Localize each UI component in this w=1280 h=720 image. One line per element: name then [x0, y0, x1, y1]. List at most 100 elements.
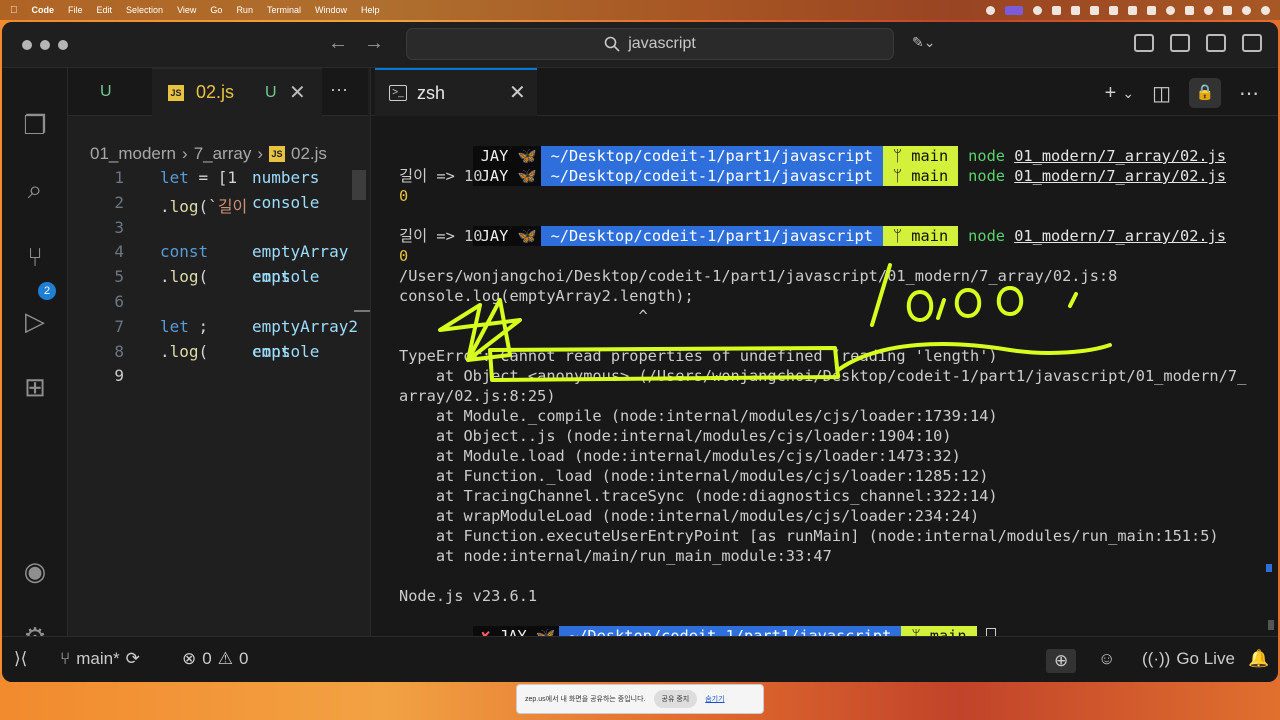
app-icon[interactable] [1071, 5, 1080, 15]
breadcrumb-file[interactable]: 02.js [291, 144, 327, 164]
terminal-tabs: >_ zsh ✕ + ⌄ ◫ 🔒 ⋯ [371, 68, 1278, 116]
code-token: (` [198, 196, 218, 216]
warning-count: 0 [238, 649, 249, 668]
account-icon[interactable]: ◉ [18, 554, 52, 588]
code-editor[interactable]: 1 let numbers = [1 2 console .log(`길이 3 4 const… [68, 168, 368, 391]
record-icon[interactable] [986, 5, 995, 15]
app-icon[interactable] [1090, 5, 1099, 15]
apple-menu-icon[interactable]:  [10, 5, 18, 16]
new-terminal-icon[interactable]: + [1105, 82, 1117, 105]
code-line[interactable]: 4 const emptyArray [68, 242, 368, 267]
line-number: 8 [114, 341, 124, 361]
terminal-output[interactable]: JAY 🦋 ~/Desktop/codeit-1/part1/javascript… [399, 126, 1278, 646]
search-icon[interactable] [1242, 5, 1251, 15]
close-icon[interactable]: ✕ [289, 80, 306, 105]
tab-prev-status[interactable]: U [100, 83, 112, 101]
code-token: numbers [252, 168, 320, 187]
code-token: log [169, 196, 199, 216]
toggle-sidebar-icon[interactable] [1170, 34, 1190, 52]
notifications-bell-icon[interactable]: 🔔 [1248, 649, 1269, 669]
more-actions-icon[interactable]: ⋯ [1239, 81, 1259, 106]
menu-terminal[interactable]: Terminal [267, 5, 301, 15]
explorer-icon[interactable]: ❐ [18, 108, 52, 142]
back-arrow-icon[interactable]: ← [328, 32, 348, 55]
terminal-scroll-marker [1266, 564, 1272, 572]
wifi-icon[interactable] [1204, 5, 1213, 15]
code-text: const emptyArray [160, 242, 348, 261]
split-terminal-icon[interactable]: ◫ [1152, 81, 1171, 106]
menu-go[interactable]: Go [210, 5, 222, 15]
command-center-search[interactable]: javascript [406, 28, 894, 60]
code-token: console [252, 192, 320, 212]
customize-layout-icon[interactable] [1134, 34, 1154, 52]
terminal-scrollbar[interactable] [1268, 620, 1274, 630]
go-live-button[interactable]: ((·)) Go Live [1142, 649, 1235, 669]
stack-line: at Module._compile (node:internal/module… [399, 407, 998, 425]
tab-02-js[interactable]: JS 02.js U ✕ [152, 68, 322, 116]
code-token: ( [198, 267, 209, 287]
app-menu[interactable]: Code [32, 5, 55, 15]
extensions-icon[interactable]: ⊞ [18, 370, 52, 404]
hide-link[interactable]: 숨기기 [705, 694, 724, 704]
window-controls[interactable] [22, 40, 68, 50]
breadcrumb-folder[interactable]: 01_modern [90, 144, 176, 164]
code-token: log [169, 341, 199, 361]
app-icon[interactable] [1128, 5, 1137, 15]
error-message: TypeError: Cannot read properties of und… [399, 347, 998, 365]
remote-icon[interactable]: ⟩⟨ [14, 649, 27, 669]
close-icon[interactable]: ✕ [509, 80, 526, 105]
input-source-icon[interactable] [1185, 5, 1194, 15]
copilot-chat-icon[interactable]: ✎⌄ [912, 34, 935, 51]
zoom-icon[interactable]: ⊕ [1046, 649, 1077, 673]
error-count: 0 [202, 649, 212, 668]
cloud-icon[interactable] [1166, 5, 1175, 15]
code-line[interactable]: 2 console .log(`길이 [68, 193, 368, 218]
activity-bar: ❐ ⌕ ⑂ 2 ▷ ⊞ ◉ ⚙ [2, 68, 68, 652]
branch-status[interactable]: ⑂ main* ⟳ [60, 649, 140, 669]
breadcrumb-folder[interactable]: 7_array [194, 144, 252, 164]
problems-status[interactable]: ⊗ 0 ⚠ 0 [182, 649, 248, 669]
search-text: javascript [628, 35, 696, 52]
code-line[interactable]: 7 let emptyArray2; [68, 317, 368, 342]
line-number: 4 [114, 242, 124, 262]
code-line[interactable]: 5 console .log(empt [68, 267, 368, 292]
chevron-down-icon[interactable]: ⌄ [1122, 85, 1134, 102]
vscode-window: ← → javascript ✎⌄ ❐ ⌕ ⑂ 2 ▷ ⊞ ◉ ⚙ U JS 0… [2, 22, 1278, 682]
sync-icon[interactable]: ⟳ [126, 649, 140, 669]
menu-window[interactable]: Window [315, 5, 347, 15]
stop-sharing-button[interactable]: 공유 중지 [653, 690, 698, 708]
app-icon[interactable] [1109, 5, 1118, 15]
code-line[interactable]: 8 console .log(empt [68, 342, 368, 367]
screen-share-icon[interactable] [1005, 5, 1023, 15]
tab-zsh[interactable]: >_ zsh ✕ [375, 68, 537, 116]
battery-icon[interactable] [1223, 5, 1232, 15]
code-line[interactable]: 1 let numbers = [1 [68, 168, 368, 193]
keyboard-icon[interactable] [1147, 5, 1156, 15]
control-center-icon[interactable] [1261, 5, 1270, 15]
editor-tabs: U JS 02.js U ✕ ⋯ [68, 68, 368, 116]
app-icon[interactable] [1052, 5, 1061, 15]
run-debug-icon[interactable]: ▷ [18, 304, 52, 338]
menu-edit[interactable]: Edit [97, 5, 113, 15]
copilot-icon[interactable]: ☺ [1098, 649, 1115, 669]
code-line[interactable]: 9 [68, 366, 368, 391]
toggle-panel-icon[interactable] [1206, 34, 1226, 52]
stack-line: at Module.load (node:internal/modules/cj… [399, 447, 961, 465]
menu-file[interactable]: File [68, 5, 83, 15]
code-line[interactable]: 3 [68, 218, 368, 243]
menu-view[interactable]: View [177, 5, 196, 15]
menu-run[interactable]: Run [236, 5, 253, 15]
menu-help[interactable]: Help [361, 5, 380, 15]
menu-selection[interactable]: Selection [126, 5, 163, 15]
sun-icon[interactable] [1033, 5, 1042, 15]
toggle-secondary-sidebar-icon[interactable] [1242, 34, 1262, 52]
search-icon[interactable]: ⌕ [18, 172, 52, 206]
code-line[interactable]: 6 [68, 292, 368, 317]
forward-arrow-icon[interactable]: → [364, 32, 384, 55]
source-control-icon[interactable]: ⑂ [18, 240, 52, 274]
prompt-line: JAY 🦋 ~/Desktop/codeit-1/part1/javascript… [399, 126, 1278, 166]
lock-icon[interactable]: 🔒 [1189, 78, 1221, 108]
code-token: . [160, 267, 170, 287]
more-actions-icon[interactable]: ⋯ [330, 80, 348, 101]
minimap[interactable] [352, 170, 366, 200]
